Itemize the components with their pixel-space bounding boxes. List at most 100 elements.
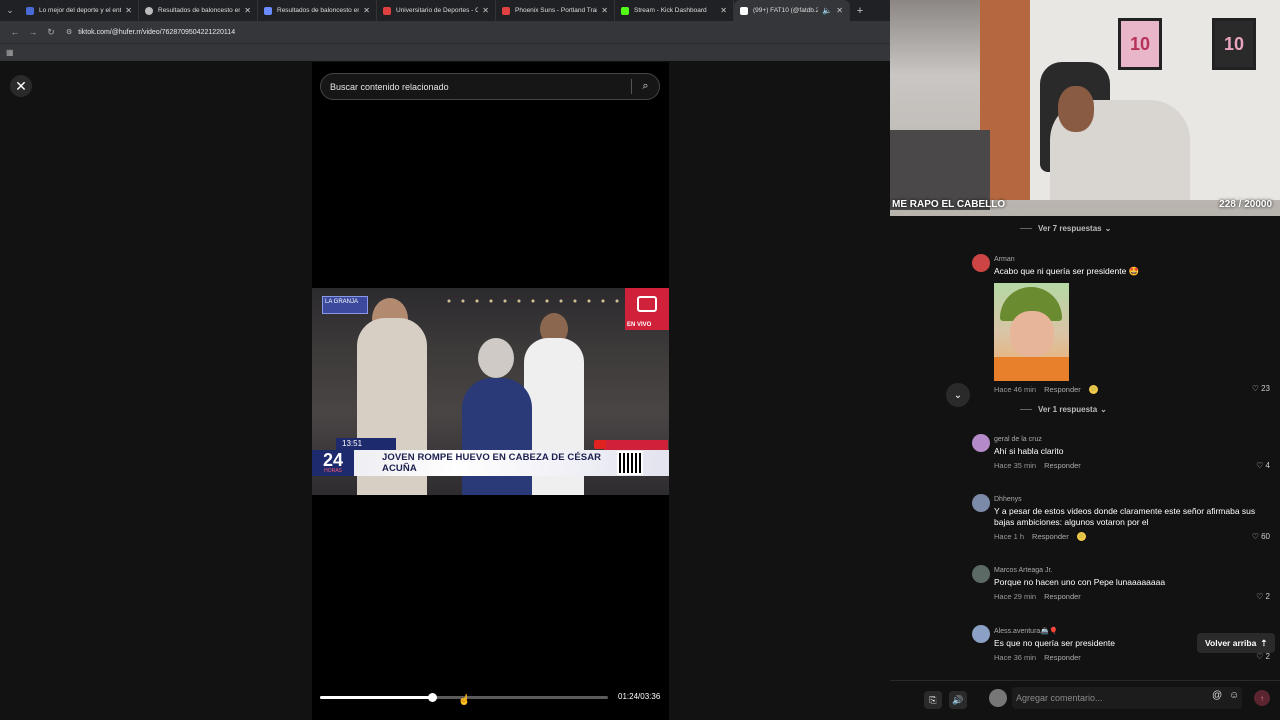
avatar[interactable] xyxy=(972,625,990,643)
view-replies-button[interactable]: Ver 7 respuestas ⌄ xyxy=(1020,224,1111,233)
tab-7-active[interactable]: (99+) FAT10 (@fatdb.25) | Ti 🔈 ✕ xyxy=(734,0,850,21)
tab-close-icon[interactable]: ✕ xyxy=(244,6,251,15)
comment-image[interactable] xyxy=(994,283,1069,381)
tab-close-icon[interactable]: ✕ xyxy=(836,6,843,15)
tab-3[interactable]: Resultados de baloncesto en di ✕ xyxy=(258,0,377,21)
comment-item: geral de la cruz Ahí si habla clarito Ha… xyxy=(972,434,1270,470)
save-clip-icon[interactable]: ⎘ xyxy=(924,691,942,709)
like-button[interactable]: ♡ 2 xyxy=(1256,592,1270,601)
reply-button[interactable]: Responder xyxy=(1044,385,1081,394)
close-video-button[interactable]: ✕ xyxy=(10,75,32,97)
like-button[interactable]: ♡ 60 xyxy=(1252,532,1270,541)
reply-button[interactable]: Responder xyxy=(1032,532,1069,541)
video-player[interactable]: Buscar contenido relacionado ⌕ LA GRANJA… xyxy=(312,62,669,720)
reaction-emoji-icon[interactable]: ☺ xyxy=(1076,532,1086,541)
replies-dash xyxy=(1020,228,1032,229)
tab-4[interactable]: Universitario de Deportes - Co ✕ xyxy=(377,0,496,21)
tab-close-icon[interactable]: ✕ xyxy=(363,6,370,15)
couch xyxy=(890,130,990,210)
tab-close-icon[interactable]: ✕ xyxy=(601,6,608,15)
tab-favicon-icon xyxy=(264,6,272,15)
tab-close-icon[interactable]: ✕ xyxy=(720,6,727,15)
comment-user[interactable]: Arman xyxy=(994,256,1270,263)
search-icon[interactable]: ⌕ xyxy=(632,80,659,93)
address-bar: ← → ↻ ⚙ tiktok.com/@hufer.rr/video/76287… xyxy=(0,21,890,43)
comment-placeholder: Agregar comentario... xyxy=(1016,693,1103,703)
tab-6[interactable]: Stream - Kick Dashboard ✕ xyxy=(615,0,734,21)
url-text: tiktok.com/@hufer.rr/video/7628709504221… xyxy=(78,28,236,36)
like-button[interactable]: ♡ 4 xyxy=(1256,461,1270,470)
like-count: 4 xyxy=(1265,461,1270,470)
comment-user[interactable]: Dhhenys xyxy=(994,496,1270,503)
tab-label: Resultados de baloncesto en di xyxy=(277,7,360,14)
avatar[interactable] xyxy=(972,434,990,452)
emoji-icon[interactable]: ☺ xyxy=(1229,690,1239,701)
related-search-bar[interactable]: Buscar contenido relacionado ⌕ xyxy=(320,73,660,100)
comment-time: Hace 29 min xyxy=(994,592,1037,601)
view-replies-button[interactable]: Ver 1 respuesta ⌄ xyxy=(1020,405,1107,414)
jersey-frame-left: 10 xyxy=(1118,18,1162,70)
tab-label: Stream - Kick Dashboard xyxy=(634,7,707,14)
tab-favicon-icon xyxy=(145,6,153,15)
channel-logo: LA GRANJA xyxy=(322,296,368,314)
comment-time: Hace 46 min xyxy=(994,385,1037,394)
comment-meta: Hace 29 min Responder xyxy=(994,592,1270,601)
tab-close-icon[interactable]: ✕ xyxy=(125,6,132,15)
live-label: EN VIVO xyxy=(627,322,652,328)
url-field[interactable]: ⚙ tiktok.com/@hufer.rr/video/76287095042… xyxy=(66,28,236,37)
volume-icon[interactable]: 🔊 xyxy=(949,691,967,709)
comment-user[interactable]: Marcos Arteaga Jr. xyxy=(994,567,1270,574)
comment-time: Hace 36 min xyxy=(994,653,1037,662)
comment-time: Hace 1 h xyxy=(994,532,1025,541)
reaction-emoji-icon[interactable]: ☺ xyxy=(1088,385,1098,394)
site-info-icon[interactable]: ⚙ xyxy=(66,28,72,36)
comment-item: Arman Acabo que ni quería ser presidente… xyxy=(972,254,1270,394)
tab-2[interactable]: Resultados de baloncesto en vi ✕ xyxy=(139,0,258,21)
avatar[interactable] xyxy=(989,689,1007,707)
new-tab-icon[interactable]: + xyxy=(850,5,870,17)
tab-1[interactable]: Lo mejor del deporte y el entre ✕ xyxy=(20,0,139,21)
back-icon[interactable]: ← xyxy=(6,27,24,37)
broadcaster-logo-icon xyxy=(637,296,657,312)
comment-meta: Hace 1 h Responder ☺ xyxy=(994,532,1270,541)
comment-item: Dhhenys Y a pesar de estos videos donde … xyxy=(972,494,1270,541)
tab-favicon-icon xyxy=(502,6,510,15)
comment-text: Ahí si habla clarito xyxy=(994,446,1064,456)
view-replies-label: Ver 1 respuesta xyxy=(1038,405,1098,414)
tab-label: Resultados de baloncesto en vi xyxy=(158,7,241,14)
comment-meta: Hace 46 min Responder ☺ xyxy=(994,385,1270,394)
avatar[interactable] xyxy=(972,254,990,272)
avatar[interactable] xyxy=(972,565,990,583)
video-frame[interactable]: LA GRANJA EN VIVO 13:51 24 HORAS JOVEN R… xyxy=(312,288,669,495)
scroll-down-chevron-icon[interactable]: ⌄ xyxy=(946,383,970,407)
forward-icon[interactable]: → xyxy=(24,27,42,37)
tab-5[interactable]: Phoenix Suns - Portland Trail B ✕ xyxy=(496,0,615,21)
comment-input[interactable]: Agregar comentario... xyxy=(1012,687,1242,709)
mouse-cursor-icon: ☝ xyxy=(458,695,471,706)
stream-goal-title: ME RAPO EL CABELLO xyxy=(892,199,1006,210)
apps-grid-icon[interactable]: ▦ xyxy=(6,48,14,57)
tab-search-icon[interactable]: ⌄ xyxy=(0,0,20,21)
reply-button[interactable]: Responder xyxy=(1044,653,1081,662)
reply-button[interactable]: Responder xyxy=(1044,592,1081,601)
send-icon[interactable]: ↑ xyxy=(1254,690,1270,706)
reload-icon[interactable]: ↻ xyxy=(42,27,60,38)
progress-handle[interactable] xyxy=(428,693,438,702)
progress-fill xyxy=(320,696,433,699)
comment-meta: Hace 35 min Responder xyxy=(994,461,1270,470)
double-chevron-up-icon: ⇡ xyxy=(1260,637,1268,648)
speaker-icon[interactable]: 🔈 xyxy=(822,6,832,15)
stream-goal-count: 228 / 20000 xyxy=(1219,199,1272,210)
reply-button[interactable]: Responder xyxy=(1044,461,1081,470)
comment-user[interactable]: geral de la cruz xyxy=(994,436,1270,443)
mention-icon[interactable]: @ xyxy=(1212,690,1222,701)
avatar[interactable] xyxy=(972,494,990,512)
like-count: 23 xyxy=(1261,384,1270,393)
like-button[interactable]: ♡ 23 xyxy=(1252,384,1270,393)
back-to-top-button[interactable]: Volver arriba ⇡ xyxy=(1197,633,1276,653)
ticker-red-bar xyxy=(604,440,668,450)
tab-close-icon[interactable]: ✕ xyxy=(482,6,489,15)
search-input[interactable]: Buscar contenido relacionado xyxy=(321,82,631,92)
like-button[interactable]: ♡ 2 xyxy=(1256,652,1270,661)
youtube-icon xyxy=(594,440,606,449)
